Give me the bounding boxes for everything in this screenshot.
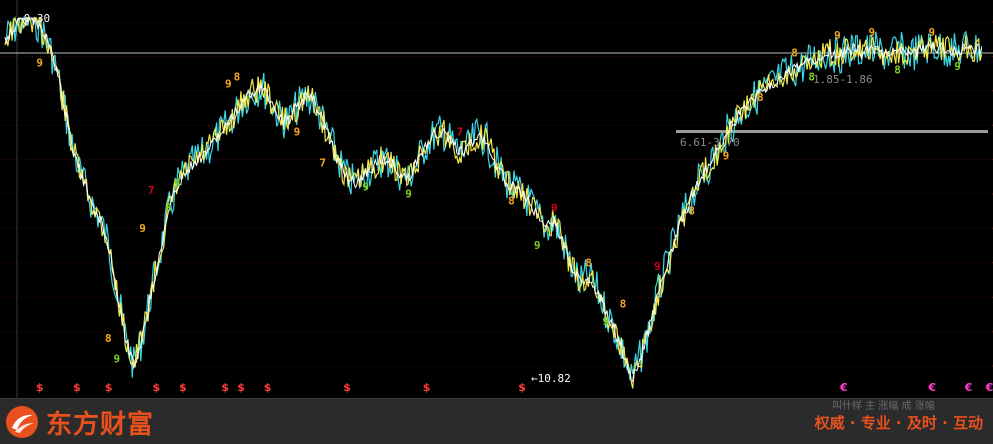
signal-digit: 9: [114, 353, 121, 366]
signal-digit: 9: [654, 260, 661, 273]
brand-logo[interactable]: 东方财富: [6, 405, 155, 440]
signal-digit: 9: [603, 315, 610, 328]
dollar-sign-icon: $: [105, 381, 113, 394]
signal-digit: 9: [225, 77, 232, 90]
dollar-sign-icon: $: [343, 381, 351, 394]
signal-digit: 9: [294, 126, 301, 139]
dollar-sign-icon: $: [518, 381, 526, 394]
signal-digit: 9: [405, 187, 412, 200]
range-lower-label: 6.61-3.70: [680, 136, 740, 149]
signal-digit: 8: [234, 70, 241, 83]
signal-digit: 9: [868, 26, 875, 39]
signal-digit: 8: [791, 46, 798, 59]
signal-digit: 8: [620, 298, 627, 311]
signal-digit: 8: [894, 64, 901, 77]
high-marker-label: ←0.30: [17, 12, 51, 25]
signal-digit: 9: [362, 181, 369, 194]
signal-digit: 8: [757, 91, 764, 104]
dollar-sign-icon: $: [179, 381, 187, 394]
signal-digit: 8: [688, 205, 695, 218]
dollar-sign-icon: $: [36, 381, 44, 394]
signal-digit: 8: [105, 332, 112, 345]
signal-digit: 7: [319, 157, 326, 170]
brand-slogan: 权威 · 专业 · 及时 · 互动: [814, 414, 983, 432]
signal-digit: 7: [148, 184, 155, 197]
signal-digit: 9: [834, 29, 841, 42]
range-upper-label: 1.85-1.86: [813, 73, 873, 86]
signal-digit: 9: [929, 26, 936, 39]
footer-hint-text: 叫什样 主 涨幅 成 涨幅: [832, 401, 935, 412]
signal-digit: 7: [457, 126, 464, 139]
euro-sign-icon: €: [927, 381, 936, 394]
brand-name: 东方财富: [46, 409, 155, 440]
signal-digit: 8: [585, 256, 592, 269]
signal-digit: 9: [534, 239, 541, 252]
low-marker-label: ←10.82: [531, 372, 571, 385]
price-chart[interactable]: 989978998979978998989898889 9899$ $ $ $ $ $ $ $ $…: [0, 0, 993, 398]
signal-digit: 8: [165, 201, 172, 214]
signal-digit: 9: [174, 177, 181, 190]
signal-digit: 8: [508, 194, 515, 207]
dollar-sign-icon: $: [237, 381, 245, 394]
chart-area[interactable]: 9 8 9 9 7 8 9 9 8 9 7 9 9 7 8 9 9 8 9 8 9 8 9 8 8 8 9 9 8 9 9 $ $ $ $ $ $ $ $ $…: [0, 0, 993, 398]
footer-bar: 叫什样 主 涨幅 成 涨幅 东方财富 权威 · 专业 · 及时 · 互动: [0, 398, 993, 444]
signal-digit: 9: [551, 201, 558, 214]
dollar-sign-icon: $: [153, 381, 161, 394]
dollar-sign-icon: $: [264, 381, 272, 394]
signal-digit: 9: [954, 60, 961, 73]
dollar-sign-icon: $: [423, 381, 431, 394]
signal-digit: 9: [36, 57, 43, 70]
signal-digit: 9: [723, 150, 730, 163]
euro-sign-icon: €: [839, 381, 848, 394]
dollar-sign-icon: $: [73, 381, 81, 394]
lower-range-bar: [676, 130, 988, 133]
dollar-sign-icon: $: [221, 381, 229, 394]
signal-digit: 9: [139, 222, 146, 235]
euro-sign-icon: €: [985, 381, 993, 394]
euro-sign-icon: €: [964, 381, 973, 394]
dongfang-caifu-logo-icon: [6, 406, 38, 438]
